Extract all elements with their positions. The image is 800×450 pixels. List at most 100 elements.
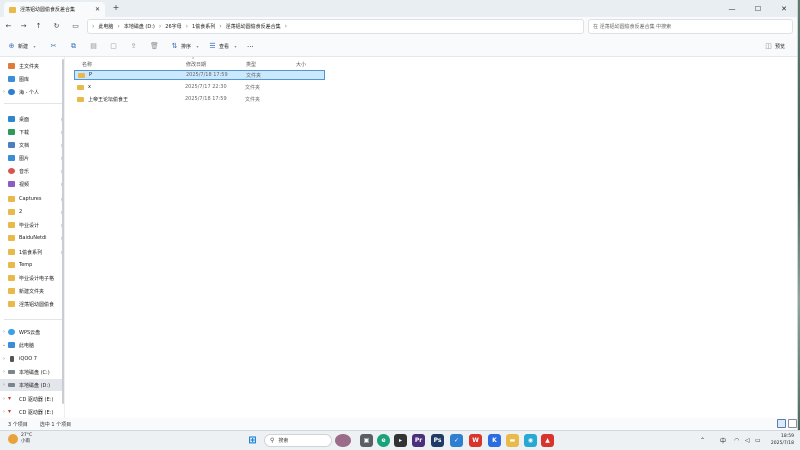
edge-browser-icon[interactable]: e (377, 434, 390, 447)
preview-pane-button[interactable]: ◫ 预览 (765, 40, 785, 53)
file-row[interactable]: x 2025/7/17 22:30 文件夹 (74, 82, 325, 92)
start-button[interactable]: ⊞ (246, 434, 259, 447)
sidebar-item-phone[interactable]: › iQOO 7 (0, 353, 64, 365)
sidebar-item-onedrive[interactable]: › 海 - 个人 (0, 86, 64, 98)
chevron-right-icon[interactable]: › (0, 369, 8, 375)
chevron-right-icon[interactable]: › (0, 382, 8, 388)
file-row[interactable]: P 2025/7/18 17:59 文件夹 (74, 70, 325, 80)
sidebar-item-documents[interactable]: 文档 ⚲ (0, 139, 64, 151)
wifi-icon[interactable]: ◠ (734, 434, 739, 447)
search-input[interactable]: 在 淫荡铝幼圆偷食反差合集 中搜索 (588, 19, 793, 34)
premiere-icon[interactable]: Pr (412, 434, 425, 447)
details-view-button[interactable] (777, 419, 786, 428)
sidebar-item-label: BaiduNetdi (19, 235, 47, 241)
new-label: 新建 (18, 44, 29, 50)
chat-app-icon[interactable]: ◉ (524, 434, 537, 447)
chevron-right-icon[interactable]: › (0, 409, 8, 415)
sidebar-item-videos[interactable]: 视频 ⚲ (0, 178, 64, 190)
forward-arrow-icon[interactable]: → (18, 21, 29, 32)
sidebar-item-wps-cloud[interactable]: › WPS云盘 (0, 326, 64, 338)
sidebar-item-folder[interactable]: 1偷食系列 ⚲ (0, 246, 64, 258)
sidebar-item-pictures[interactable]: 图片 ⚲ (0, 152, 64, 164)
wps-icon[interactable]: W (469, 434, 482, 447)
sidebar-item-label: 海 - 个人 (19, 89, 39, 96)
column-header-type[interactable]: 类型 (246, 59, 256, 69)
address-bar[interactable]: › 此电脑 › 本地磁盘 (D:) › 26字母 › 1偷食系列 › 淫荡铝幼圆… (87, 19, 584, 34)
battery-icon[interactable]: ▭ (755, 434, 761, 447)
share-button[interactable]: ⇪ (130, 40, 137, 53)
sidebar-item-cd-drive[interactable]: › ▾ CD 驱动器 (E:) (0, 393, 64, 405)
breadcrumb-item[interactable]: 1偷食系列 (192, 23, 215, 30)
up-arrow-icon[interactable]: ↑ (33, 21, 44, 32)
paste-button[interactable]: ▤ (90, 40, 97, 53)
taskbar: 27°C 小雨 ⊞ ⚲ 搜索 ▣ e ▸ Pr Ps ✓ W K ▬ ◉ ▲ ⌃ … (0, 430, 800, 450)
chevron-right-icon[interactable]: › (0, 356, 8, 362)
new-button[interactable]: ⊕ 新建 ▾ (8, 40, 38, 53)
rename-button[interactable]: ▢ (110, 40, 117, 53)
new-tab-button[interactable]: + (111, 3, 121, 13)
maximize-button[interactable]: ☐ (745, 0, 771, 17)
breadcrumb-item[interactable]: 此电脑 (98, 23, 113, 30)
sidebar-item-folder[interactable]: 2 ⚲ (0, 206, 64, 218)
sidebar-item-drive-d[interactable]: › 本地磁盘 (D:) (0, 379, 64, 391)
search-highlight-icon[interactable] (335, 434, 351, 447)
cut-button[interactable]: ✂ (50, 40, 57, 53)
task-view-icon[interactable]: ▣ (360, 434, 373, 447)
refresh-icon[interactable]: ↻ (51, 21, 62, 32)
close-tab-icon[interactable]: ✕ (95, 6, 100, 13)
taskbar-search[interactable]: ⚲ 搜索 (264, 434, 332, 447)
k-app-icon[interactable]: K (488, 434, 501, 447)
explorer-tab[interactable]: 淫荡铝幼圆偷食反差合集 ✕ (4, 2, 105, 17)
breadcrumb-item[interactable]: 26字母 (165, 23, 181, 30)
sidebar-item-folder[interactable]: BaiduNetdi ⚲ (0, 232, 64, 244)
sidebar-item-desktop[interactable]: 桌面 ⚲ (0, 113, 64, 125)
close-window-button[interactable]: ✕ (771, 0, 797, 17)
trash-icon: 🗑 (150, 42, 159, 50)
sidebar-item-drive-c[interactable]: › 本地磁盘 (C:) (0, 366, 64, 378)
app-icon[interactable]: ✓ (450, 434, 463, 447)
weather-widget[interactable]: 27°C 小雨 (8, 433, 32, 445)
sidebar-item-this-pc[interactable]: ⌄ 此电脑 (0, 339, 64, 351)
chevron-right-icon[interactable]: › (0, 396, 8, 402)
sidebar-item-label: 淫荡铝幼圆偷食 (19, 301, 55, 308)
tray-overflow-icon[interactable]: ⌃ (700, 434, 705, 447)
copy-button[interactable]: ⧉ (70, 40, 77, 53)
view-button[interactable]: ☰ 查看 ▾ (209, 40, 239, 53)
breadcrumb-item[interactable]: 淫荡铝幼圆偷食反差合集 (226, 23, 281, 30)
clock[interactable]: 18:59 2025/7/18 (766, 433, 794, 447)
column-header-name[interactable]: 名称 (82, 59, 92, 69)
chevron-right-icon[interactable]: › (0, 89, 8, 95)
chevron-down-icon[interactable]: ⌄ (0, 342, 8, 348)
sidebar-item-folder[interactable]: 毕业设计电子格 (0, 272, 64, 284)
minimize-button[interactable]: — (719, 0, 745, 17)
sidebar-scrollbar[interactable] (62, 59, 64, 404)
sidebar-item-cd-drive[interactable]: › ▾ CD 驱动器 (E:) (0, 406, 64, 418)
breadcrumb-item[interactable]: 本地磁盘 (D:) (124, 23, 155, 30)
chevron-right-icon: › (117, 23, 120, 30)
sidebar-item-folder[interactable]: 淫荡铝幼圆偷食 (0, 298, 64, 310)
back-arrow-icon[interactable]: ← (3, 21, 14, 32)
more-options-button[interactable]: ··· (247, 40, 254, 53)
sidebar-item-home[interactable]: 主文件夹 (0, 60, 64, 72)
sort-button[interactable]: ⇅ 排序 ▾ (171, 40, 201, 53)
sidebar-item-folder[interactable]: 新建文件夹 (0, 285, 64, 297)
sidebar-item-downloads[interactable]: 下载 ⚲ (0, 126, 64, 138)
volume-icon[interactable]: ◁ (745, 434, 750, 447)
sidebar-item-music[interactable]: 音乐 ⚲ (0, 165, 64, 177)
tiles-view-button[interactable] (788, 419, 797, 428)
column-header-date[interactable]: 修改日期 (186, 59, 206, 69)
sidebar-item-folder[interactable]: 毕业设计 ⚲ (0, 219, 64, 231)
delete-button[interactable]: 🗑 (150, 40, 159, 53)
column-header-size[interactable]: 大小 (296, 59, 306, 69)
app-icon[interactable]: ▲ (541, 434, 554, 447)
sidebar-item-gallery[interactable]: 图库 (0, 73, 64, 85)
sidebar-item-folder[interactable]: Temp (0, 259, 64, 271)
chevron-right-icon[interactable]: › (0, 329, 8, 335)
file-type: 文件夹 (245, 96, 261, 103)
file-row[interactable]: 上帝王论坛偷食王 2025/7/18 17:59 文件夹 (74, 94, 325, 104)
ime-indicator[interactable]: 中 (720, 434, 726, 447)
photoshop-icon[interactable]: Ps (431, 434, 444, 447)
file-explorer-icon[interactable]: ▬ (506, 434, 519, 447)
terminal-icon[interactable]: ▸ (394, 434, 407, 447)
sidebar-item-folder[interactable]: Captures ⚲ (0, 193, 64, 205)
